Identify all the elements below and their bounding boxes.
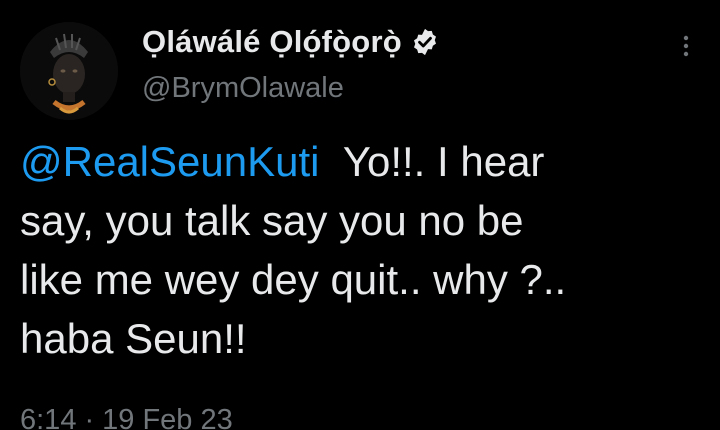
- author-display-name[interactable]: Ọláwálé Ọlọ́fọ̀ọrọ̀: [142, 24, 402, 60]
- tweet-line-1-text: Yo!!. I hear: [342, 138, 545, 185]
- tweet-line-4: haba Seun!!: [20, 315, 247, 362]
- tweet-time: 6:14: [20, 404, 77, 430]
- tweet-line-2: say, you talk say you no be: [20, 197, 524, 244]
- tweet-text: @RealSeunKuti Yo!!. I hear say, you talk…: [20, 132, 710, 368]
- tweet-timestamp[interactable]: 6:14 · 19 Feb 23: [20, 404, 233, 430]
- verified-badge-icon: [410, 27, 440, 57]
- profile-avatar[interactable]: [20, 22, 118, 120]
- author-name-row: Ọláwálé Ọlọ́fọ̀ọrọ̀: [142, 22, 440, 62]
- tweet-card: Ọláwálé Ọlọ́fọ̀ọrọ̀ @BrymOlawale @RealSe…: [0, 0, 720, 430]
- avatar-image: [20, 22, 118, 120]
- timestamp-separator: ·: [84, 404, 95, 430]
- tweet-line-1: @RealSeunKuti Yo!!. I hear: [20, 132, 710, 191]
- more-options-icon[interactable]: [672, 28, 700, 68]
- tweet-date: 19 Feb 23: [102, 404, 233, 430]
- mention-link[interactable]: @RealSeunKuti: [20, 138, 319, 185]
- tweet-line-3: like me wey dey quit.. why ?..: [20, 256, 567, 303]
- author-handle[interactable]: @BrymOlawale: [142, 72, 440, 105]
- author-info: Ọláwálé Ọlọ́fọ̀ọrọ̀ @BrymOlawale: [142, 22, 440, 105]
